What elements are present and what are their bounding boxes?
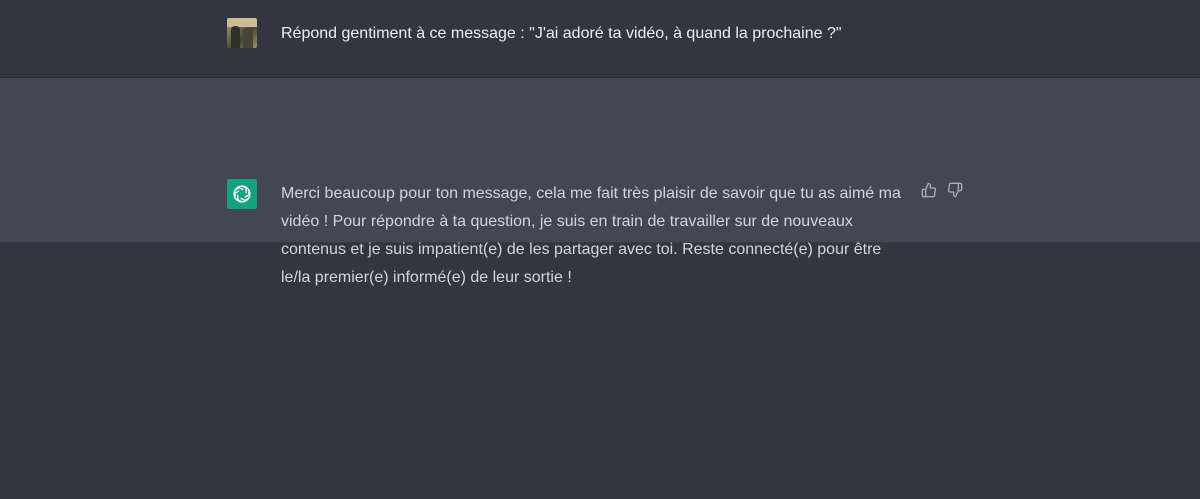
openai-logo-icon — [227, 179, 257, 209]
thumbs-down-icon[interactable] — [946, 181, 964, 199]
user-avatar — [227, 18, 257, 48]
thumbs-up-icon[interactable] — [920, 181, 938, 199]
assistant-message-row: Merci beaucoup pour ton message, cela me… — [0, 78, 1200, 286]
user-message-text: Répond gentiment à ce message : "J'ai ad… — [281, 25, 842, 42]
user-message-row: Répond gentiment à ce message : "J'ai ad… — [0, 0, 1200, 78]
assistant-message-text: Merci beaucoup pour ton message, cela me… — [281, 185, 901, 286]
